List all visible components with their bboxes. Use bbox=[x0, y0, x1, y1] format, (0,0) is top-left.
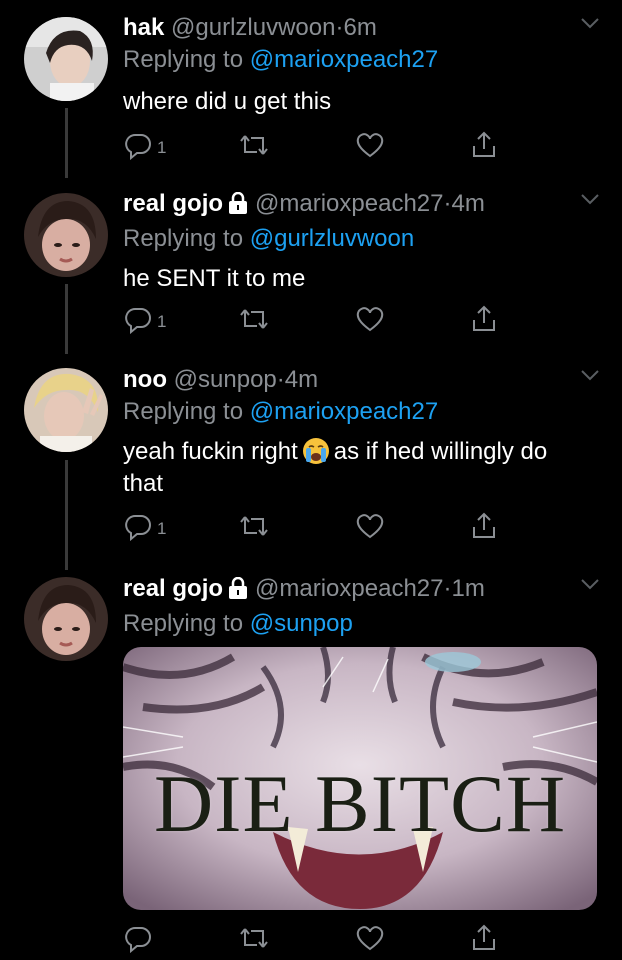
reply-icon bbox=[123, 511, 153, 546]
mention-link[interactable]: @marioxpeach27 bbox=[250, 46, 438, 73]
mention-link[interactable]: @sunpop bbox=[250, 610, 353, 637]
reply-count: 1 bbox=[157, 137, 167, 157]
retweet-icon bbox=[238, 923, 270, 958]
replying-to: Replying to @marioxpeach27 bbox=[123, 396, 582, 428]
tweet-header: real gojo @marioxpeach27·4m bbox=[123, 188, 582, 223]
tweet-text: where did u get this bbox=[123, 88, 332, 115]
separator: · bbox=[443, 575, 452, 602]
tweet[interactable]: noo @sunpop·4m Replying to @marioxpeach2… bbox=[0, 364, 622, 564]
replying-prefix: Replying to bbox=[123, 610, 244, 637]
retweet-button[interactable] bbox=[238, 130, 270, 165]
reply-count: 1 bbox=[157, 311, 167, 331]
share-icon bbox=[469, 923, 499, 958]
retweet-button[interactable] bbox=[238, 511, 270, 546]
reply-button[interactable] bbox=[123, 923, 153, 958]
replying-prefix: Replying to bbox=[123, 46, 244, 73]
tweet-header: hak @gurlzluvwoon·6m bbox=[123, 12, 582, 44]
like-button[interactable] bbox=[355, 304, 385, 339]
share-button[interactable] bbox=[469, 304, 499, 339]
mention-link[interactable]: @marioxpeach27 bbox=[250, 398, 438, 425]
tweet-media-image[interactable]: DIE BITCH bbox=[123, 647, 597, 910]
timestamp[interactable]: 1m bbox=[452, 575, 485, 602]
replying-prefix: Replying to bbox=[123, 225, 244, 252]
separator: · bbox=[443, 190, 452, 217]
share-icon bbox=[469, 511, 499, 546]
reply-icon bbox=[123, 130, 153, 165]
share-icon bbox=[469, 304, 499, 339]
replying-to: Replying to @sunpop bbox=[123, 608, 582, 640]
like-button[interactable] bbox=[355, 923, 385, 958]
replying-to: Replying to @gurlzluvwoon bbox=[123, 223, 582, 255]
username[interactable]: @marioxpeach27 bbox=[255, 190, 443, 217]
share-button[interactable] bbox=[469, 923, 499, 958]
reply-button[interactable]: 1 bbox=[123, 130, 166, 165]
username[interactable]: @marioxpeach27 bbox=[255, 575, 443, 602]
retweet-button[interactable] bbox=[238, 923, 270, 958]
loudly-crying-face-icon bbox=[302, 437, 330, 465]
like-button[interactable] bbox=[355, 511, 385, 546]
share-button[interactable] bbox=[469, 130, 499, 165]
tweet-text: yeah fuckin right as if hed willingly do … bbox=[123, 436, 582, 500]
retweet-icon bbox=[238, 511, 270, 546]
reply-icon bbox=[123, 923, 153, 958]
avatar[interactable] bbox=[24, 368, 108, 452]
tweet-header: real gojo @marioxpeach27·1m bbox=[123, 573, 582, 608]
display-name[interactable]: noo bbox=[123, 366, 167, 393]
tweet-text-part: yeah fuckin right bbox=[123, 438, 298, 465]
separator: · bbox=[276, 366, 285, 393]
avatar[interactable] bbox=[24, 193, 108, 277]
retweet-button[interactable] bbox=[238, 304, 270, 339]
heart-icon bbox=[355, 923, 385, 958]
tweet[interactable]: hak @gurlzluvwoon·6m Replying to @mariox… bbox=[0, 12, 622, 172]
timestamp[interactable]: 4m bbox=[285, 366, 318, 393]
replying-to: Replying to @marioxpeach27 bbox=[123, 44, 582, 76]
chevron-down-icon[interactable] bbox=[580, 577, 600, 595]
username[interactable]: @sunpop bbox=[174, 366, 277, 393]
reply-button[interactable]: 1 bbox=[123, 304, 166, 339]
share-button[interactable] bbox=[469, 511, 499, 546]
heart-icon bbox=[355, 304, 385, 339]
share-icon bbox=[469, 130, 499, 165]
reply-icon bbox=[123, 304, 153, 339]
username[interactable]: @gurlzluvwoon bbox=[171, 14, 335, 41]
like-button[interactable] bbox=[355, 130, 385, 165]
lock-icon bbox=[227, 576, 249, 608]
mention-link[interactable]: @gurlzluvwoon bbox=[250, 225, 414, 252]
timestamp[interactable]: 6m bbox=[343, 14, 376, 41]
display-name[interactable]: real gojo bbox=[123, 190, 223, 217]
tweet-actions: 1 bbox=[123, 304, 503, 338]
tweet-actions: 1 bbox=[123, 511, 503, 545]
tweet-actions: 1 bbox=[123, 130, 503, 164]
avatar[interactable] bbox=[24, 17, 108, 101]
retweet-icon bbox=[238, 130, 270, 165]
tweet-text: he SENT it to me bbox=[123, 265, 306, 292]
image-caption: DIE BITCH bbox=[153, 758, 567, 849]
display-name[interactable]: hak bbox=[123, 14, 164, 41]
chevron-down-icon[interactable] bbox=[580, 368, 600, 386]
tweet[interactable]: real gojo @marioxpeach27·4m Replying to @… bbox=[0, 188, 622, 348]
reply-button[interactable]: 1 bbox=[123, 511, 166, 546]
chevron-down-icon[interactable] bbox=[580, 192, 600, 210]
timestamp[interactable]: 4m bbox=[452, 190, 485, 217]
replying-prefix: Replying to bbox=[123, 398, 244, 425]
avatar[interactable] bbox=[24, 577, 108, 661]
reply-count: 1 bbox=[157, 518, 167, 538]
heart-icon bbox=[355, 511, 385, 546]
tweet-actions bbox=[123, 923, 503, 957]
lock-icon bbox=[227, 191, 249, 223]
retweet-icon bbox=[238, 304, 270, 339]
display-name[interactable]: real gojo bbox=[123, 575, 223, 602]
heart-icon bbox=[355, 130, 385, 165]
chevron-down-icon[interactable] bbox=[580, 16, 600, 34]
tweet-header: noo @sunpop·4m bbox=[123, 364, 582, 396]
